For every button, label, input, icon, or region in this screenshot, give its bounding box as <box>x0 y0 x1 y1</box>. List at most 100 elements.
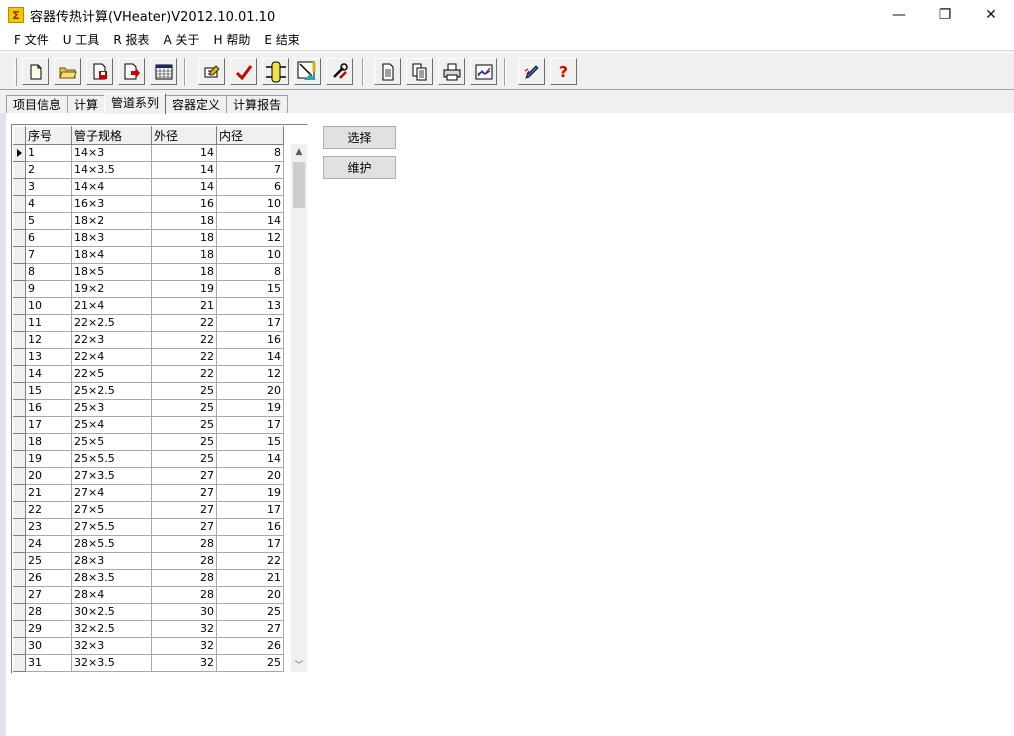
open-button[interactable] <box>54 58 81 85</box>
table-row[interactable]: 27 28×4 28 20 <box>13 586 284 604</box>
table-row[interactable]: 18 25×5 25 15 <box>13 433 284 451</box>
row-indicator[interactable] <box>13 603 26 621</box>
table-row[interactable]: 17 25×4 25 17 <box>13 416 284 434</box>
cell-index[interactable]: 7 <box>25 246 72 264</box>
cell-index[interactable]: 20 <box>25 467 72 485</box>
close-button[interactable]: ✕ <box>968 0 1014 30</box>
column-header-index[interactable]: 序号 <box>25 126 72 145</box>
cell-inner-diameter[interactable]: 26 <box>216 637 284 655</box>
cell-spec[interactable]: 28×4 <box>71 586 152 604</box>
row-indicator[interactable] <box>13 314 26 332</box>
cell-index[interactable]: 6 <box>25 229 72 247</box>
row-indicator[interactable] <box>13 178 26 196</box>
check-button[interactable] <box>230 58 257 85</box>
vessel-button[interactable] <box>262 58 289 85</box>
row-indicator[interactable] <box>13 246 26 264</box>
cell-spec[interactable]: 25×3 <box>71 399 152 417</box>
cell-inner-diameter[interactable]: 27 <box>216 620 284 638</box>
help-button[interactable]: ? <box>550 58 577 85</box>
row-indicator[interactable] <box>13 433 26 451</box>
cell-outer-diameter[interactable]: 21 <box>151 297 217 315</box>
cell-inner-diameter[interactable]: 20 <box>216 382 284 400</box>
cell-spec[interactable]: 14×3.5 <box>71 161 152 179</box>
column-header-spec[interactable]: 管子规格 <box>71 126 152 145</box>
cell-index[interactable]: 19 <box>25 450 72 468</box>
cell-spec[interactable]: 30×2.5 <box>71 603 152 621</box>
cell-spec[interactable]: 27×5 <box>71 501 152 519</box>
cell-spec[interactable]: 28×5.5 <box>71 535 152 553</box>
cell-outer-diameter[interactable]: 19 <box>151 280 217 298</box>
row-indicator[interactable] <box>13 518 26 536</box>
table-row[interactable]: 20 27×3.5 27 20 <box>13 467 284 485</box>
cell-outer-diameter[interactable]: 22 <box>151 314 217 332</box>
new-file-button[interactable] <box>22 58 49 85</box>
cell-index[interactable]: 31 <box>25 654 72 672</box>
cell-index[interactable]: 14 <box>25 365 72 383</box>
cell-spec[interactable]: 28×3.5 <box>71 569 152 587</box>
table-row[interactable]: 15 25×2.5 25 20 <box>13 382 284 400</box>
cell-spec[interactable]: 22×5 <box>71 365 152 383</box>
cell-inner-diameter[interactable]: 17 <box>216 535 284 553</box>
cell-spec[interactable]: 27×5.5 <box>71 518 152 536</box>
chart-button[interactable] <box>470 58 497 85</box>
cell-inner-diameter[interactable]: 10 <box>216 195 284 213</box>
document-button[interactable] <box>374 58 401 85</box>
tab-project-info[interactable]: 项目信息 <box>6 95 69 114</box>
diagram-button[interactable] <box>294 58 321 85</box>
cell-index[interactable]: 9 <box>25 280 72 298</box>
cell-spec[interactable]: 28×3 <box>71 552 152 570</box>
menu-reports[interactable]: R 报表 <box>106 30 156 50</box>
table-row[interactable]: 16 25×3 25 19 <box>13 399 284 417</box>
table-row[interactable]: 5 18×2 18 14 <box>13 212 284 230</box>
cell-spec[interactable]: 14×4 <box>71 178 152 196</box>
row-indicator[interactable] <box>13 654 26 672</box>
tools-button[interactable] <box>326 58 353 85</box>
table-row[interactable]: 2 14×3.5 14 7 <box>13 161 284 179</box>
row-indicator[interactable] <box>13 195 26 213</box>
row-indicator[interactable] <box>13 569 26 587</box>
row-indicator[interactable] <box>13 331 26 349</box>
cell-spec[interactable]: 18×3 <box>71 229 152 247</box>
cell-spec[interactable]: 21×4 <box>71 297 152 315</box>
column-header-outer-diameter[interactable]: 外径 <box>151 126 217 145</box>
cell-index[interactable]: 8 <box>25 263 72 281</box>
cell-index[interactable]: 1 <box>25 144 72 162</box>
cell-outer-diameter[interactable]: 25 <box>151 450 217 468</box>
cell-outer-diameter[interactable]: 18 <box>151 263 217 281</box>
cell-inner-diameter[interactable]: 8 <box>216 144 284 162</box>
cell-index[interactable]: 24 <box>25 535 72 553</box>
tab-vessel-definition[interactable]: 容器定义 <box>165 95 228 114</box>
cell-spec[interactable]: 25×4 <box>71 416 152 434</box>
row-indicator[interactable] <box>13 501 26 519</box>
scroll-up-button[interactable]: ▲ <box>291 144 307 160</box>
cell-index[interactable]: 2 <box>25 161 72 179</box>
cell-inner-diameter[interactable]: 20 <box>216 586 284 604</box>
cell-outer-diameter[interactable]: 22 <box>151 348 217 366</box>
menu-tools[interactable]: U 工具 <box>56 30 107 50</box>
row-indicator[interactable] <box>13 263 26 281</box>
table-row[interactable]: 1 14×3 14 8 <box>13 144 284 162</box>
cell-inner-diameter[interactable]: 7 <box>216 161 284 179</box>
pen-button[interactable] <box>518 58 545 85</box>
cell-outer-diameter[interactable]: 28 <box>151 552 217 570</box>
cell-inner-diameter[interactable]: 6 <box>216 178 284 196</box>
restore-button[interactable]: ❐ <box>922 0 968 30</box>
cell-outer-diameter[interactable]: 25 <box>151 433 217 451</box>
column-header-inner-diameter[interactable]: 内径 <box>216 126 284 145</box>
pipe-series-grid[interactable]: 序号 管子规格 外径 内径 1 14×3 14 8 2 14×3.5 14 7 3 14×4 14 6… <box>11 124 308 674</box>
cell-inner-diameter[interactable]: 22 <box>216 552 284 570</box>
cell-outer-diameter[interactable]: 27 <box>151 467 217 485</box>
minimize-button[interactable]: — <box>876 0 922 30</box>
table-row[interactable]: 7 18×4 18 10 <box>13 246 284 264</box>
cell-spec[interactable]: 19×2 <box>71 280 152 298</box>
cell-spec[interactable]: 22×2.5 <box>71 314 152 332</box>
table-row[interactable]: 26 28×3.5 28 21 <box>13 569 284 587</box>
cell-inner-diameter[interactable]: 17 <box>216 416 284 434</box>
cell-inner-diameter[interactable]: 14 <box>216 348 284 366</box>
cell-spec[interactable]: 25×5.5 <box>71 450 152 468</box>
cell-outer-diameter[interactable]: 18 <box>151 229 217 247</box>
maintain-button[interactable]: 维护 <box>323 156 396 179</box>
cell-index[interactable]: 10 <box>25 297 72 315</box>
cell-outer-diameter[interactable]: 18 <box>151 246 217 264</box>
table-row[interactable]: 6 18×3 18 12 <box>13 229 284 247</box>
